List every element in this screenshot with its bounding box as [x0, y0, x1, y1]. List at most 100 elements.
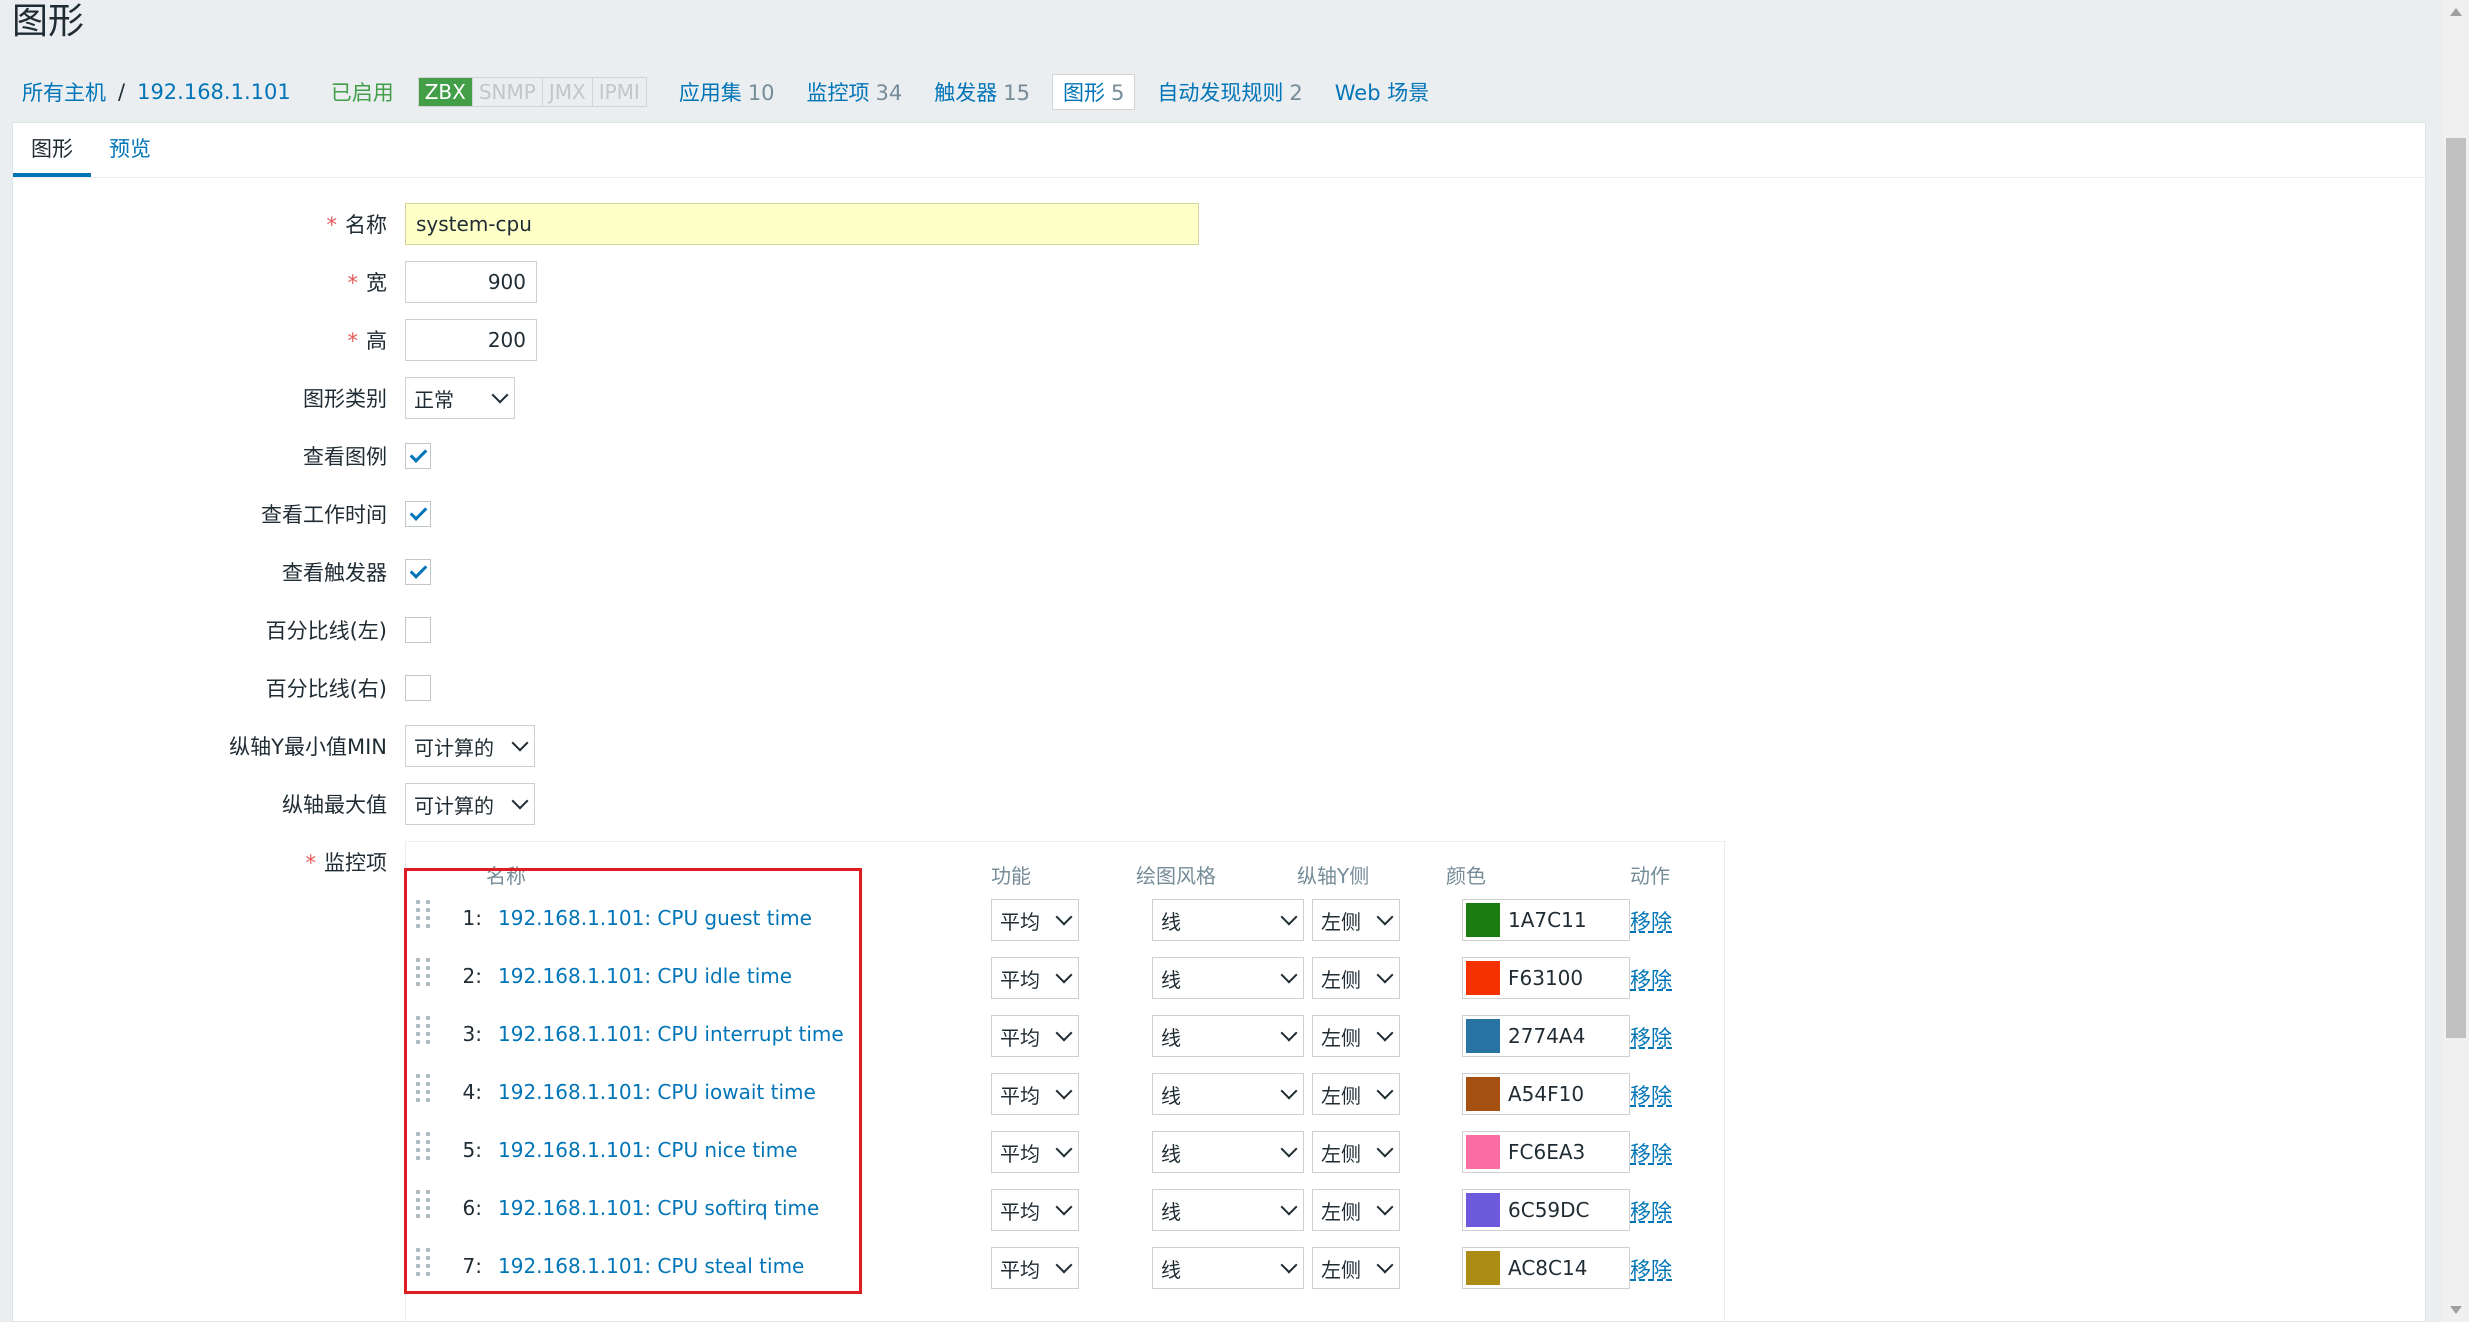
- draw-style-select[interactable]: 线: [1152, 1247, 1304, 1289]
- remove-button[interactable]: 移除: [1630, 1254, 1672, 1284]
- show-triggers-checkbox[interactable]: [405, 559, 431, 585]
- chevron-down-icon: [1280, 966, 1298, 984]
- nav-graphs[interactable]: 图形 5: [1052, 74, 1136, 110]
- color-input[interactable]: F63100: [1462, 957, 1630, 999]
- chevron-down-icon: [1280, 1082, 1298, 1100]
- width-input[interactable]: [405, 261, 537, 303]
- tab-preview[interactable]: 预览: [91, 133, 169, 177]
- show-working-time-label: 查看工作时间: [261, 503, 387, 527]
- draw-style-select[interactable]: 线: [1152, 957, 1304, 999]
- height-input[interactable]: [405, 319, 537, 361]
- nav-triggers-label: 触发器: [934, 81, 998, 105]
- remove-button[interactable]: 移除: [1630, 1196, 1672, 1226]
- show-triggers-label: 查看触发器: [282, 561, 387, 585]
- draw-style-select[interactable]: 线: [1152, 1073, 1304, 1115]
- color-swatch[interactable]: [1466, 1135, 1500, 1169]
- nav-items[interactable]: 监控项 34: [807, 77, 903, 107]
- percentile-right-checkbox[interactable]: [405, 675, 431, 701]
- chevron-down-icon: [1055, 908, 1073, 926]
- scroll-down-icon[interactable]: [2450, 1306, 2462, 1314]
- color-input[interactable]: AC8C14: [1462, 1247, 1630, 1289]
- show-legend-checkbox[interactable]: [405, 443, 431, 469]
- y-axis-select[interactable]: 左侧: [1312, 957, 1400, 999]
- ymax-label: 纵轴最大值: [282, 793, 387, 817]
- ymax-select[interactable]: 可计算的: [405, 783, 535, 825]
- header-y-axis: 纵轴Y侧: [1297, 864, 1370, 888]
- y-axis-select[interactable]: 左侧: [1312, 1131, 1400, 1173]
- nav-applications-label: 应用集: [678, 81, 742, 105]
- function-select[interactable]: 平均: [991, 899, 1079, 941]
- color-input[interactable]: A54F10: [1462, 1073, 1630, 1115]
- nav-discovery-rules[interactable]: 自动发现规则 2: [1157, 77, 1302, 107]
- chevron-down-icon: [511, 792, 529, 810]
- color-swatch[interactable]: [1466, 1193, 1500, 1227]
- host-status[interactable]: 已启用: [331, 77, 394, 107]
- chevron-down-icon: [1376, 908, 1394, 926]
- graph-type-select[interactable]: 正常: [405, 377, 515, 419]
- chevron-down-icon: [1055, 1256, 1073, 1274]
- nav-graphs-count: 5: [1111, 81, 1125, 105]
- remove-button[interactable]: 移除: [1630, 1022, 1672, 1052]
- nav-triggers[interactable]: 触发器 15: [934, 77, 1030, 107]
- color-swatch[interactable]: [1466, 961, 1500, 995]
- color-swatch[interactable]: [1466, 903, 1500, 937]
- nav-discovery-label: 自动发现规则: [1157, 81, 1284, 105]
- nav-web-scenarios[interactable]: Web 场景: [1335, 77, 1429, 107]
- chevron-down-icon: [1055, 1198, 1073, 1216]
- color-input[interactable]: FC6EA3: [1462, 1131, 1630, 1173]
- function-select[interactable]: 平均: [991, 1073, 1079, 1115]
- scroll-up-icon[interactable]: [2450, 8, 2462, 16]
- height-label: * 高: [347, 329, 388, 353]
- checkmark-icon: [409, 445, 427, 463]
- header-function: 功能: [991, 864, 1031, 888]
- function-select[interactable]: 平均: [991, 957, 1079, 999]
- snmp-badge: SNMP: [473, 78, 543, 106]
- scrollbar-thumb[interactable]: [2446, 138, 2466, 1038]
- function-select[interactable]: 平均: [991, 1189, 1079, 1231]
- remove-button[interactable]: 移除: [1630, 906, 1672, 936]
- draw-style-select[interactable]: 线: [1152, 1015, 1304, 1057]
- color-swatch[interactable]: [1466, 1077, 1500, 1111]
- chevron-down-icon: [1376, 1082, 1394, 1100]
- items-label: * 监控项: [305, 851, 388, 875]
- draw-style-select[interactable]: 线: [1152, 899, 1304, 941]
- breadcrumb-all-hosts[interactable]: 所有主机: [22, 77, 106, 107]
- graph-type-label: 图形类别: [303, 387, 387, 411]
- tab-divider: [13, 177, 2427, 178]
- checkmark-icon: [409, 561, 427, 579]
- function-select[interactable]: 平均: [991, 1131, 1079, 1173]
- color-input[interactable]: 6C59DC: [1462, 1189, 1630, 1231]
- y-axis-select[interactable]: 左侧: [1312, 1015, 1400, 1057]
- remove-button[interactable]: 移除: [1630, 1138, 1672, 1168]
- draw-style-select[interactable]: 线: [1152, 1131, 1304, 1173]
- y-axis-select[interactable]: 左侧: [1312, 1247, 1400, 1289]
- color-swatch[interactable]: [1466, 1251, 1500, 1285]
- breadcrumb-host[interactable]: 192.168.1.101: [137, 80, 291, 104]
- remove-button[interactable]: 移除: [1630, 1080, 1672, 1110]
- percentile-left-checkbox[interactable]: [405, 617, 431, 643]
- chevron-down-icon: [1055, 966, 1073, 984]
- nav-applications[interactable]: 应用集 10: [679, 77, 775, 107]
- name-input[interactable]: [405, 203, 1199, 245]
- tab-graph[interactable]: 图形: [13, 133, 91, 177]
- color-swatch[interactable]: [1466, 1019, 1500, 1053]
- nav-applications-count: 10: [747, 81, 775, 105]
- nav-web-label: Web 场景: [1334, 81, 1430, 105]
- vertical-scrollbar[interactable]: [2443, 0, 2469, 1322]
- chevron-down-icon: [1280, 1256, 1298, 1274]
- color-input[interactable]: 1A7C11: [1462, 899, 1630, 941]
- chevron-down-icon: [1055, 1082, 1073, 1100]
- chevron-down-icon: [511, 734, 529, 752]
- draw-style-select[interactable]: 线: [1152, 1189, 1304, 1231]
- y-axis-select[interactable]: 左侧: [1312, 1073, 1400, 1115]
- function-select[interactable]: 平均: [991, 1247, 1079, 1289]
- y-axis-select[interactable]: 左侧: [1312, 899, 1400, 941]
- function-select[interactable]: 平均: [991, 1015, 1079, 1057]
- show-working-time-checkbox[interactable]: [405, 501, 431, 527]
- remove-button[interactable]: 移除: [1630, 964, 1672, 994]
- ipmi-badge: IPMI: [598, 80, 640, 104]
- zbx-badge: ZBX: [418, 78, 473, 106]
- color-input[interactable]: 2774A4: [1462, 1015, 1630, 1057]
- ymin-select[interactable]: 可计算的: [405, 725, 535, 767]
- y-axis-select[interactable]: 左侧: [1312, 1189, 1400, 1231]
